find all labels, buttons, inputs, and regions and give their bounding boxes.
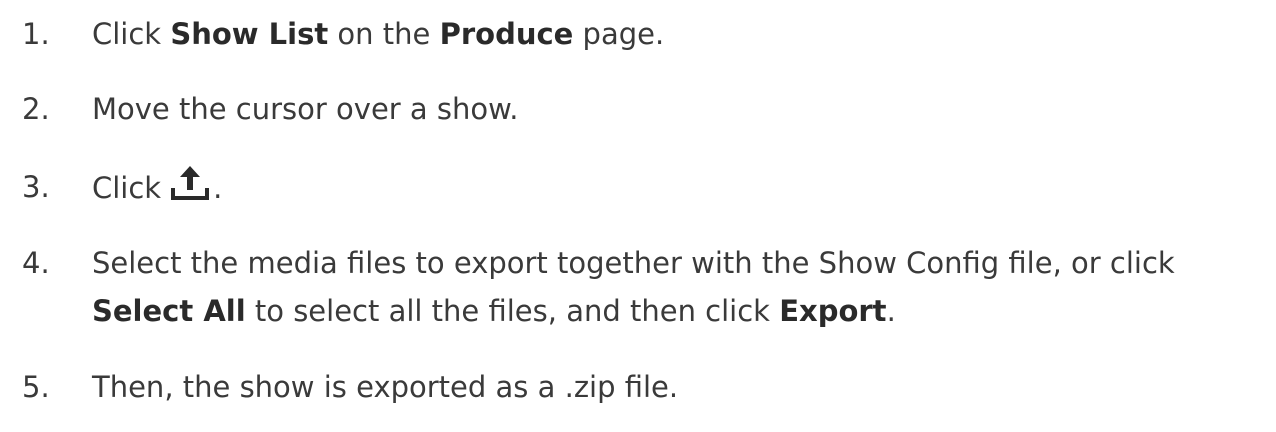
step-text-part: on the xyxy=(328,17,440,51)
step-text: Move the cursor over a show. xyxy=(92,92,519,126)
produce-term: Produce xyxy=(439,17,574,51)
step-text-part: to select all the files, and then click xyxy=(245,294,780,328)
step-number: 5. xyxy=(22,370,50,404)
select-all-term: Select All xyxy=(92,294,246,328)
step-text: Select the media files to export togethe… xyxy=(92,246,1175,280)
step-number: 1. xyxy=(22,17,50,51)
step-text: Then, the show is exported as a .zip fil… xyxy=(92,370,679,404)
step-text: Select All to select all the files, and … xyxy=(92,286,1266,336)
instruction-steps: 1. Click Show List on the Produce page. … xyxy=(0,0,1276,432)
step-number: 3. xyxy=(22,170,50,204)
step-text-part: page. xyxy=(573,17,665,51)
step-text-part: Click xyxy=(92,171,162,205)
show-list-term: Show List xyxy=(170,17,329,51)
step-text: Click Show List on the Produce page. xyxy=(92,9,1266,59)
step-text-part: . xyxy=(213,171,223,205)
export-term: Export xyxy=(779,294,887,328)
export-upload-icon xyxy=(171,166,210,200)
step-text-part: Click xyxy=(92,17,171,51)
step-text-part: . xyxy=(886,294,896,328)
step-number: 4. xyxy=(22,246,50,280)
step-number: 2. xyxy=(22,92,50,126)
step-text: Click . xyxy=(92,162,1266,213)
